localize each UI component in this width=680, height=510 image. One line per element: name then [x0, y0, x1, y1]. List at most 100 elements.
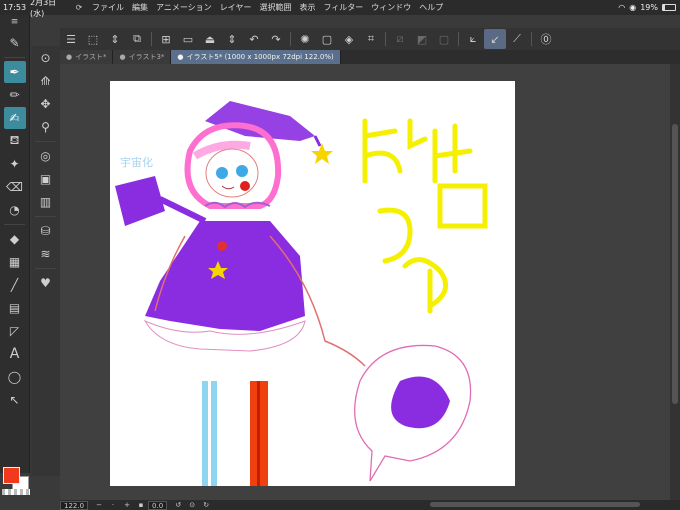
status-menu-bar: 17:53 2月3日(水) ⟳ ファイル 編集 アニメーション レイヤー 選択範…	[0, 0, 680, 18]
color-panel-icon[interactable]: ♥	[35, 272, 57, 294]
correct-line-tool-icon[interactable]: ↖	[4, 389, 26, 411]
save-icon[interactable]: ⏏	[199, 29, 221, 49]
save-stepper-icon[interactable]: ⇕	[221, 29, 243, 49]
menu-layer[interactable]: レイヤー	[216, 2, 256, 13]
rotate-right-icon[interactable]: ↻	[199, 501, 213, 509]
select-off-icon[interactable]: ⧄	[389, 29, 411, 49]
pencil-tool-icon[interactable]: ✏	[4, 84, 26, 106]
system-indicators: ◠ ◉ 19%	[618, 0, 676, 15]
material-panel-icon[interactable]: ⛁	[35, 220, 57, 242]
horizontal-scrollbar[interactable]	[430, 502, 640, 507]
eyedropper-tool-icon[interactable]: ✎	[4, 32, 26, 54]
tab-label: イラスト*	[75, 53, 107, 61]
command-bar: ☰ ⬚ ⇕ ⧉ ⊞ ▭ ⏏ ⇕ ↶ ↷ ✺ ▢ ◈ ⌗ ⧄ ◩ ▢ ⟀ ↙ ⟋ …	[60, 28, 680, 50]
rotate-reset-icon[interactable]: ⊙	[185, 501, 199, 509]
artwork-image: 宇宙化	[115, 101, 488, 486]
tab-illust-1[interactable]: ● イラスト*	[60, 50, 114, 64]
transparent-color-swatch[interactable]	[2, 489, 30, 495]
main-color-swatch[interactable]	[3, 467, 20, 484]
sub-tool-palette: ⊙ ⟰ ✥ ⚲ ◎ ▣ ▥ ⛁ ≋ ♥	[31, 46, 60, 476]
sub-view-panel-icon[interactable]: ▣	[35, 168, 57, 190]
pen-tool-icon[interactable]: ✒	[3, 61, 26, 83]
pen-snap-icon[interactable]: ⟋	[506, 29, 528, 49]
ruler-snap-icon[interactable]: ⟀	[462, 29, 484, 49]
airbrush-tool-icon[interactable]: ⛾	[4, 130, 26, 152]
menu-help[interactable]: ヘルプ	[415, 2, 447, 13]
blend-tool-icon[interactable]: ◔	[4, 199, 26, 221]
fit-icon[interactable]: ▪	[134, 501, 148, 509]
menu-animation[interactable]: アニメーション	[152, 2, 216, 13]
help-icon[interactable]: ⓪	[535, 29, 557, 49]
menu-view[interactable]: 表示	[295, 2, 319, 13]
app-logo-icon[interactable]: ⟳	[70, 3, 88, 12]
eraser-tool-icon[interactable]: ⌫	[4, 176, 26, 198]
drawing-canvas[interactable]: 宇宙化	[110, 81, 515, 486]
undo-icon[interactable]: ↶	[243, 29, 265, 49]
open-icon[interactable]: ▭	[177, 29, 199, 49]
figure-tool-icon[interactable]: ╱	[4, 274, 26, 296]
select-invert-icon[interactable]: ◩	[411, 29, 433, 49]
menu-file[interactable]: ファイル	[88, 2, 128, 13]
menu-bar: ファイル 編集 アニメーション レイヤー 選択範囲 表示 フィルター ウィンドウ…	[88, 2, 447, 13]
zoom-tool-icon[interactable]: ⊙	[35, 47, 57, 69]
tab-illust-3[interactable]: ● イラスト3*	[113, 50, 172, 64]
balloon-tool-icon[interactable]: ◯	[4, 366, 26, 388]
layer-panel-icon[interactable]: ≋	[35, 243, 57, 265]
vertical-scrollbar[interactable]	[670, 64, 680, 500]
selection-tool-icon[interactable]: ⚲	[35, 116, 57, 138]
svg-text:宇宙化: 宇宙化	[120, 155, 153, 169]
tab-illust-5[interactable]: ● イラスト5* (1000 x 1000px 72dpi 122.0%)	[171, 50, 341, 64]
zoom-slider-icon[interactable]: ·	[106, 501, 120, 509]
menu-edit[interactable]: 編集	[128, 2, 152, 13]
ruler-tool-icon[interactable]: ◸	[4, 320, 26, 342]
vertical-scrollbar-thumb[interactable]	[672, 124, 678, 404]
operation-tool-icon[interactable]: ⟰	[35, 70, 57, 92]
menu-icon[interactable]: ☰	[60, 29, 82, 49]
zoom-field[interactable]: 122.0	[60, 500, 89, 510]
clear-icon[interactable]: ▢	[316, 29, 338, 49]
select-expand-icon[interactable]: ▢	[433, 29, 455, 49]
battery-icon	[662, 4, 676, 11]
canvas-status-bar: 122.0 − · + ▪ 0.0 ↺ ⊙ ↻	[60, 500, 680, 510]
zoom-in-icon[interactable]: +	[120, 501, 134, 509]
redo-icon[interactable]: ↷	[265, 29, 287, 49]
clock: 17:53	[3, 3, 27, 12]
navigator-panel-icon[interactable]: ◎	[35, 145, 57, 167]
orientation-lock-icon: ◉	[629, 3, 637, 12]
crop-icon[interactable]: ⌗	[360, 29, 382, 49]
menu-window[interactable]: ウィンドウ	[367, 2, 415, 13]
menu-selection[interactable]: 選択範囲	[255, 2, 295, 13]
stepper-icon[interactable]: ⇕	[104, 29, 126, 49]
frame-tool-icon[interactable]: ▤	[4, 297, 26, 319]
menu-filter[interactable]: フィルター	[319, 2, 367, 13]
gradient-tool-icon[interactable]: ▦	[4, 251, 26, 273]
menu-toggle-icon[interactable]: ≡	[4, 16, 26, 28]
rotate-left-icon[interactable]: ↺	[171, 501, 185, 509]
layer-property-panel-icon[interactable]: ▥	[35, 191, 57, 213]
tool-palette: ≡ ✎ ✒ ✏ ✍ ⛾ ✦ ⌫ ◔ ◆ ▦ ╱ ▤ ◸ A ◯ ↖	[0, 15, 30, 473]
loading-icon[interactable]: ✺	[294, 29, 316, 49]
rotation-field[interactable]: 0.0	[148, 500, 168, 510]
tab-dot-icon: ●	[66, 53, 73, 61]
text-tool-icon[interactable]: A	[4, 343, 26, 365]
battery-percent: 19%	[640, 3, 658, 12]
wifi-icon: ◠	[618, 3, 626, 12]
fill-tool-icon[interactable]: ◆	[4, 228, 26, 250]
new-canvas-icon[interactable]: ⊞	[155, 29, 177, 49]
date: 2月3日(水)	[30, 0, 57, 18]
new-file-icon[interactable]: ⬚	[82, 29, 104, 49]
decoration-tool-icon[interactable]: ✦	[4, 153, 26, 175]
zoom-out-icon[interactable]: −	[92, 501, 106, 509]
layer-move-tool-icon[interactable]: ✥	[35, 93, 57, 115]
gallery-icon[interactable]: ⧉	[126, 29, 148, 49]
tab-label: イラスト5* (1000 x 1000px 72dpi 122.0%)	[186, 53, 334, 61]
document-tabs: ● イラスト* ● イラスト3* ● イラスト5* (1000 x 1000px 72…	[60, 50, 680, 64]
brush-tool-icon[interactable]: ✍	[3, 107, 26, 129]
color-swatches	[2, 465, 32, 495]
brush-snap-icon[interactable]: ↙	[484, 29, 506, 49]
canvas-workspace[interactable]: 宇宙化	[60, 64, 670, 500]
fill-icon[interactable]: ◈	[338, 29, 360, 49]
tab-dot-icon: ●	[119, 53, 126, 61]
tab-dot-icon: ●	[177, 53, 184, 61]
battery-fill	[663, 5, 666, 10]
